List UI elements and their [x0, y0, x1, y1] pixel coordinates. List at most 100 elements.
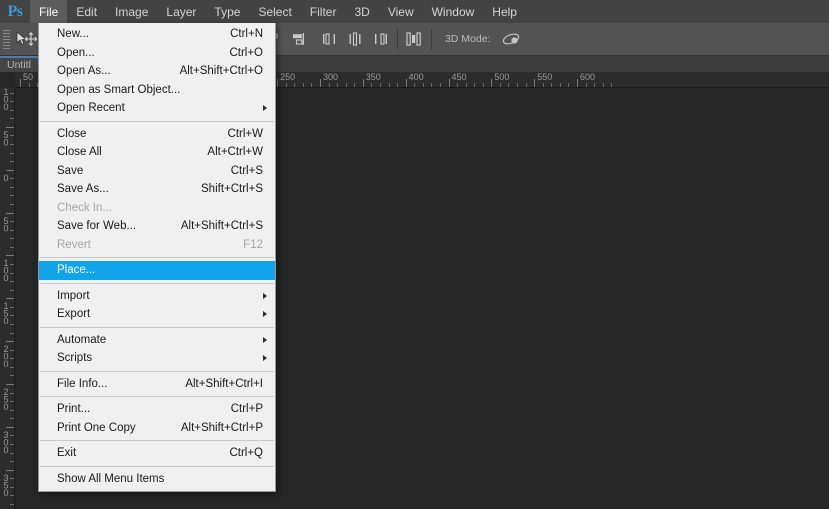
menu-label: File: [39, 5, 58, 19]
ruler-tick-major: [6, 427, 14, 428]
ruler-tick-minor: [10, 221, 14, 222]
menu-edit[interactable]: Edit: [67, 0, 106, 23]
ruler-tick-minor: [10, 230, 14, 231]
menu-item-place[interactable]: Place...: [39, 261, 275, 280]
ruler-label: 250: [1, 387, 10, 410]
menu-label: Image: [115, 5, 148, 19]
menu-item-print-one-copy[interactable]: Print One CopyAlt+Shift+Ctrl+P: [39, 419, 275, 438]
menu-separator: [40, 283, 274, 284]
menu-item-exit[interactable]: ExitCtrl+Q: [39, 444, 275, 463]
options-bar-grip[interactable]: [0, 23, 10, 56]
ruler-tick-major: [406, 79, 407, 87]
ruler-tick-minor: [10, 264, 14, 265]
menu-item-shortcut: Ctrl+O: [229, 47, 269, 59]
ruler-label: 500: [494, 72, 509, 82]
distribute-vertical-centers-icon[interactable]: [347, 31, 364, 48]
ruler-tick-minor: [10, 93, 14, 94]
submenu-arrow-icon: [263, 311, 267, 317]
menu-item-shortcut: Shift+Ctrl+S: [201, 183, 269, 195]
menu-separator: [40, 327, 274, 328]
menu-item-file-info[interactable]: File Info...Alt+Shift+Ctrl+I: [39, 375, 275, 394]
ruler-label: 100: [1, 258, 10, 281]
menu-layer[interactable]: Layer: [157, 0, 205, 23]
ruler-tick-minor: [603, 83, 604, 87]
ruler-tick-minor: [431, 83, 432, 87]
menu-label: Filter: [310, 5, 337, 19]
menu-item-revert: RevertF12: [39, 236, 275, 255]
menu-separator: [40, 440, 274, 441]
menu-item-shortcut: Alt+Shift+Ctrl+I: [185, 378, 269, 390]
ruler-tick-minor: [10, 504, 14, 505]
menu-item-open-recent[interactable]: Open Recent: [39, 99, 275, 118]
menu-item-label: Save for Web...: [57, 220, 136, 232]
menu-item-check-in: Check In...: [39, 199, 275, 218]
menu-item-open[interactable]: Open...Ctrl+O: [39, 44, 275, 63]
menu-item-new[interactable]: New...Ctrl+N: [39, 25, 275, 44]
ruler-tick-minor: [586, 83, 587, 87]
menu-item-import[interactable]: Import: [39, 287, 275, 306]
ruler-tick-minor: [10, 367, 14, 368]
menu-select[interactable]: Select: [249, 0, 300, 23]
ruler-tick-minor: [10, 187, 14, 188]
align-right-edges-icon[interactable]: [290, 31, 307, 48]
ruler-tick-major: [20, 79, 21, 87]
menu-type[interactable]: Type: [205, 0, 249, 23]
ruler-tick-minor: [337, 83, 338, 87]
ruler-tick-major: [6, 298, 14, 299]
menu-item-save[interactable]: SaveCtrl+S: [39, 162, 275, 181]
menu-file[interactable]: File: [30, 0, 67, 23]
ruler-tick-major: [6, 170, 14, 171]
ruler-tick-minor: [329, 83, 330, 87]
ruler-tick-minor: [10, 195, 14, 196]
ruler-label: 350: [1, 473, 10, 496]
menu-view[interactable]: View: [379, 0, 423, 23]
menu-item-shortcut: Alt+Shift+Ctrl+S: [181, 220, 269, 232]
menu-item-close[interactable]: CloseCtrl+W: [39, 125, 275, 144]
ruler-tick-major: [6, 341, 14, 342]
menu-item-open-as-smart-object[interactable]: Open as Smart Object...: [39, 81, 275, 100]
menu-item-label: Scripts: [57, 352, 92, 364]
ruler-tick-minor: [10, 333, 14, 334]
menu-item-show-all-menu-items[interactable]: Show All Menu Items: [39, 470, 275, 489]
ruler-tick-major: [6, 127, 14, 128]
auto-align-layers-icon[interactable]: [405, 30, 424, 49]
menu-item-shortcut: Ctrl+Q: [229, 447, 269, 459]
orbit-3d-icon[interactable]: [500, 31, 522, 48]
ruler-tick-minor: [474, 83, 475, 87]
menu-image[interactable]: Image: [106, 0, 157, 23]
ruler-label: 400: [409, 72, 424, 82]
ruler-label: 450: [452, 72, 467, 82]
distribute-group-vertical: [321, 31, 390, 48]
ruler-label: 0: [1, 173, 10, 181]
menu-item-save-for-web[interactable]: Save for Web... Alt+Shift+Ctrl+S: [39, 217, 275, 236]
ruler-tick-minor: [10, 161, 14, 162]
menu-3d[interactable]: 3D: [345, 0, 378, 23]
menu-item-shortcut: Ctrl+S: [231, 165, 269, 177]
menu-help[interactable]: Help: [483, 0, 526, 23]
ruler-tick-minor: [483, 83, 484, 87]
ruler-tick-minor: [380, 83, 381, 87]
ruler-tick-minor: [311, 83, 312, 87]
distribute-bottom-edges-icon[interactable]: [373, 31, 390, 48]
document-tab[interactable]: Untitl: [0, 56, 39, 72]
menu-item-automate[interactable]: Automate: [39, 331, 275, 350]
ruler-tick-minor: [29, 83, 30, 87]
menu-item-save-as[interactable]: Save As...Shift+Ctrl+S: [39, 180, 275, 199]
menu-item-export[interactable]: Export: [39, 305, 275, 324]
menu-window[interactable]: Window: [423, 0, 484, 23]
ruler-tick-minor: [10, 324, 14, 325]
ruler-label: 150: [1, 301, 10, 324]
menu-item-scripts[interactable]: Scripts: [39, 349, 275, 368]
menu-item-close-all[interactable]: Close AllAlt+Ctrl+W: [39, 143, 275, 162]
ruler-tick-minor: [10, 495, 14, 496]
menu-item-label: Print One Copy: [57, 422, 136, 434]
ruler-label: 250: [280, 72, 295, 82]
menu-item-open-as[interactable]: Open As...Alt+Shift+Ctrl+O: [39, 62, 275, 81]
menu-filter[interactable]: Filter: [301, 0, 346, 23]
menu-label: Help: [492, 5, 517, 19]
ruler-tick-minor: [10, 410, 14, 411]
vertical-ruler[interactable]: 10050050100150200250300350400: [0, 88, 15, 509]
ruler-label: 300: [323, 72, 338, 82]
distribute-top-edges-icon[interactable]: [321, 31, 338, 48]
menu-item-print[interactable]: Print...Ctrl+P: [39, 400, 275, 419]
